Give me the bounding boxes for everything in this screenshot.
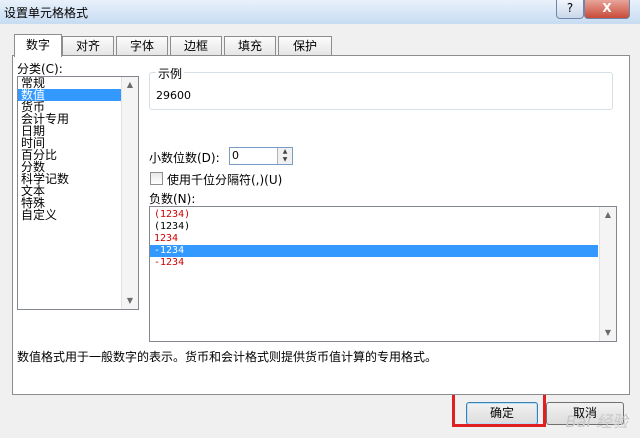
- baidu-watermark: Bai 经验: [565, 412, 628, 431]
- help-button[interactable]: ?: [556, 0, 584, 19]
- tab-alignment[interactable]: 对齐: [62, 36, 114, 56]
- tab-border[interactable]: 边框: [170, 36, 222, 56]
- scroll-down-icon[interactable]: ▼: [122, 293, 138, 309]
- sample-legend: 示例: [156, 65, 185, 82]
- sample-value: 29600: [156, 89, 191, 102]
- number-tab-panel: 分类(C): 常规 数值 货币 会计专用 日期 时间 百分比 分数 科学记数 文…: [12, 55, 630, 395]
- negative-format-item-selected[interactable]: -1234: [150, 245, 598, 257]
- negative-numbers-label: 负数(N):: [149, 192, 196, 206]
- tab-protection[interactable]: 保护: [278, 36, 332, 56]
- scroll-down-icon[interactable]: ▼: [600, 325, 616, 341]
- category-list[interactable]: 常规 数值 货币 会计专用 日期 时间 百分比 分数 科学记数 文本 特殊 自定…: [17, 76, 139, 310]
- category-scrollbar[interactable]: ▲ ▼: [121, 77, 138, 309]
- negative-format-item[interactable]: -1234: [150, 257, 598, 269]
- decimal-places-label: 小数位数(D):: [149, 151, 220, 165]
- thousands-separator-label[interactable]: 使用千位分隔符(,)(U): [167, 171, 282, 188]
- close-button[interactable]: X: [584, 0, 630, 19]
- negative-numbers-list[interactable]: (1234) (1234) 1234 -1234 -1234 ▲ ▼: [149, 206, 617, 342]
- format-cells-dialog: 数字 对齐 字体 边框 填充 保护 分类(C): 常规 数值 货币 会计专用 日…: [0, 24, 640, 438]
- spin-down-icon[interactable]: ▼: [278, 156, 292, 164]
- scroll-up-icon[interactable]: ▲: [600, 207, 616, 223]
- thousands-separator-checkbox[interactable]: [150, 172, 163, 185]
- tab-font[interactable]: 字体: [116, 36, 168, 56]
- negative-format-item[interactable]: 1234: [150, 233, 598, 245]
- scroll-up-icon[interactable]: ▲: [122, 77, 138, 93]
- decimal-places-stepper[interactable]: 0 ▲ ▼: [229, 147, 293, 165]
- sample-group: 示例 29600: [149, 65, 613, 110]
- title-bar[interactable]: 设置单元格格式 ? X: [0, 0, 640, 25]
- category-label: 分类(C):: [17, 62, 63, 76]
- format-description: 数值格式用于一般数字的表示。货币和会计格式则提供货币值计算的专用格式。: [17, 350, 438, 364]
- negative-format-item[interactable]: (1234): [150, 209, 598, 221]
- category-item[interactable]: 自定义: [18, 209, 122, 221]
- tab-number[interactable]: 数字: [14, 34, 62, 57]
- negative-format-item[interactable]: (1234): [150, 221, 598, 233]
- negative-list-scrollbar[interactable]: ▲ ▼: [599, 207, 616, 341]
- decimal-places-value[interactable]: 0: [232, 149, 239, 162]
- tab-fill[interactable]: 填充: [224, 36, 276, 56]
- spin-up-icon[interactable]: ▲: [278, 148, 292, 156]
- ok-button[interactable]: 确定: [466, 402, 538, 425]
- window-title: 设置单元格格式: [4, 6, 89, 20]
